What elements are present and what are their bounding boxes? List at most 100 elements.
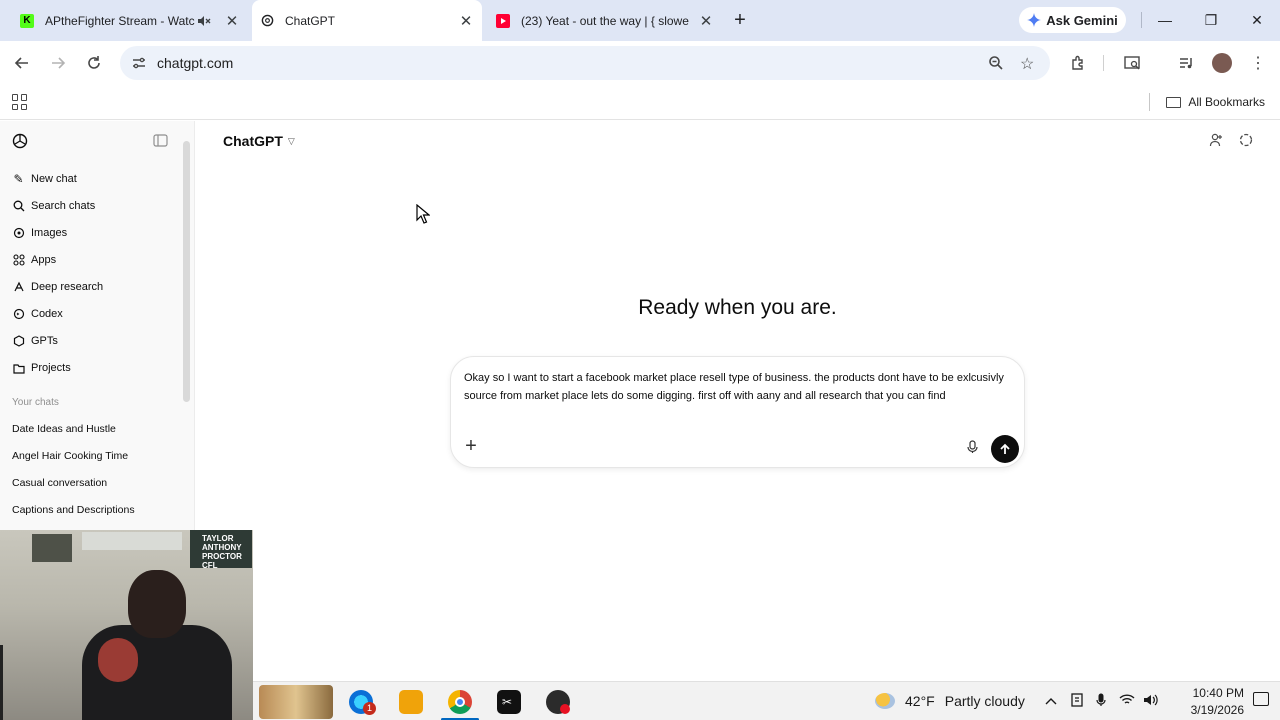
prompt-composer[interactable]: Okay so I want to start a facebook marke… (450, 356, 1025, 468)
temporary-chat-icon[interactable] (1238, 132, 1254, 148)
ask-gemini-button[interactable]: Ask Gemini (1019, 7, 1126, 33)
tab-title: (23) Yeat - out the way | { slowe (521, 13, 689, 28)
sidebar-item-deep-research[interactable]: Deep research (12, 277, 103, 297)
arrow-up-icon (1000, 443, 1010, 454)
sidebar-item-label: Deep research (31, 281, 104, 293)
ask-gemini-label: Ask Gemini (1046, 12, 1118, 28)
edge-app-icon[interactable]: 1 (349, 690, 376, 715)
send-button[interactable] (991, 435, 1019, 463)
system-clock[interactable]: 10:40 PM 3/19/2026 (1168, 685, 1244, 719)
sidebar-item-projects[interactable]: Projects (12, 358, 71, 378)
apps-grid-icon[interactable] (12, 94, 28, 110)
chair (98, 638, 138, 682)
mic-stand (0, 645, 30, 720)
widgets-button[interactable] (259, 685, 333, 719)
page-heading: Ready when you are. (638, 296, 837, 319)
sidebar-item-codex[interactable]: Codex (12, 304, 63, 324)
reload-icon[interactable] (84, 53, 104, 73)
profile-avatar[interactable] (1212, 53, 1232, 73)
restore-icon[interactable]: ❐ (1203, 12, 1219, 29)
tab-youtube[interactable]: (23) Yeat - out the way | { slowe ✕ (496, 0, 714, 41)
deep-research-icon (12, 281, 25, 294)
clock-time: 10:40 PM (1192, 686, 1244, 700)
model-selector[interactable]: ChatGPT ▽ (223, 133, 295, 149)
chat-history-item[interactable]: Captions and Descriptions (12, 504, 135, 516)
browser-toolbar: chatgpt.com ☆ ⋮ (0, 41, 1280, 85)
close-window-icon[interactable]: ✕ (1249, 12, 1265, 29)
wall-poster (82, 532, 182, 550)
microphone-icon[interactable] (965, 439, 979, 455)
close-tab-icon[interactable]: ✕ (698, 13, 714, 30)
partly-cloudy-icon (875, 693, 895, 709)
notification-center-icon[interactable] (1253, 692, 1269, 706)
address-bar[interactable]: chatgpt.com ☆ (120, 46, 1050, 80)
toggle-sidebar-icon[interactable] (153, 134, 168, 152)
sidebar-item-new-chat[interactable]: ✎ New chat (12, 169, 77, 189)
add-person-icon[interactable] (1208, 132, 1224, 148)
tab-title: ChatGPT (285, 13, 336, 28)
add-attachment-button[interactable]: + (462, 436, 480, 456)
obs-app-icon[interactable] (546, 690, 570, 714)
sidebar-item-images[interactable]: Images (12, 223, 67, 243)
sidebar-item-gpts[interactable]: GPTs (12, 331, 58, 351)
all-bookmarks-button[interactable]: All Bookmarks (1149, 93, 1265, 111)
tab-search-icon[interactable] (1122, 53, 1142, 73)
minimize-icon[interactable]: — (1157, 12, 1173, 28)
bookmark-star-icon[interactable]: ☆ (1020, 54, 1034, 74)
temperature: 42°F (905, 693, 935, 709)
microphone-tray-icon[interactable] (1096, 693, 1106, 710)
sidebar-item-label: Search chats (31, 200, 96, 212)
avatar (1212, 53, 1232, 73)
close-tab-icon[interactable]: ✕ (458, 13, 474, 30)
divider (1149, 93, 1151, 111)
speaker-muted-icon[interactable] (196, 13, 212, 29)
back-arrow-icon[interactable] (12, 53, 32, 73)
volume-icon[interactable] (1143, 693, 1159, 710)
forward-arrow-icon[interactable] (48, 53, 68, 73)
wall-poster: TAYLOR ANTHONY PROCTOR CFL (190, 530, 252, 570)
chrome-app-icon[interactable] (448, 690, 472, 714)
site-info-icon[interactable] (131, 55, 147, 76)
divider (1103, 55, 1104, 71)
tab-kick-stream[interactable]: K APtheFighter Stream - Watc ✕ (20, 0, 240, 41)
sidebar-item-search-chats[interactable]: Search chats (12, 196, 95, 216)
chrome-menu-icon[interactable]: ⋮ (1248, 53, 1268, 73)
sidebar-item-label: Codex (31, 308, 63, 320)
clock-date: 3/19/2026 (1190, 703, 1244, 717)
sidebar-item-label: GPTs (31, 335, 58, 347)
sidebar-scrollbar[interactable] (183, 141, 190, 402)
fl-studio-app-icon[interactable] (399, 690, 423, 714)
url-text: chatgpt.com (157, 55, 234, 71)
new-chat-icon: ✎ (13, 172, 24, 186)
openai-logo-icon[interactable] (12, 133, 28, 154)
sidebar-item-label: Projects (31, 362, 71, 374)
show-hidden-icons-icon[interactable] (1045, 693, 1057, 708)
chevron-down-icon: ▽ (287, 135, 295, 146)
tab-chatgpt[interactable]: ChatGPT ✕ (252, 0, 482, 41)
apps-icon (12, 254, 25, 267)
youtube-favicon-icon (496, 13, 510, 28)
weather-condition: Partly cloudy (944, 693, 1025, 709)
wall-poster (32, 534, 72, 562)
sidebar-item-label: Images (31, 227, 68, 239)
person-head (128, 570, 186, 638)
close-tab-icon[interactable]: ✕ (224, 13, 240, 30)
prompt-input[interactable]: Okay so I want to start a facebook marke… (464, 369, 1009, 405)
chat-history-item[interactable]: Casual conversation (12, 477, 107, 489)
sidebar-item-apps[interactable]: Apps (12, 250, 56, 270)
zoom-icon[interactable] (988, 55, 1004, 76)
chat-history-item[interactable]: Date Ideas and Hustle (12, 423, 116, 435)
new-tab-button[interactable]: + (731, 10, 749, 30)
webcam-overlay: TAYLOR ANTHONY PROCTOR CFL (0, 530, 253, 720)
capcut-app-icon[interactable]: ✂ (497, 690, 521, 714)
chat-history-item[interactable]: Angel Hair Cooking Time (12, 450, 128, 462)
network-device-icon[interactable] (1071, 693, 1083, 710)
media-controls-icon[interactable] (1176, 53, 1196, 73)
gemini-sparkle-icon (1027, 13, 1042, 27)
weather-widget[interactable]: 42°F Partly cloudy (875, 693, 1025, 709)
sidebar-item-label: New chat (31, 173, 77, 185)
kick-favicon-icon: K (20, 13, 34, 28)
extensions-icon[interactable] (1068, 53, 1088, 73)
wifi-icon[interactable] (1119, 693, 1135, 709)
gpts-icon (12, 335, 25, 348)
